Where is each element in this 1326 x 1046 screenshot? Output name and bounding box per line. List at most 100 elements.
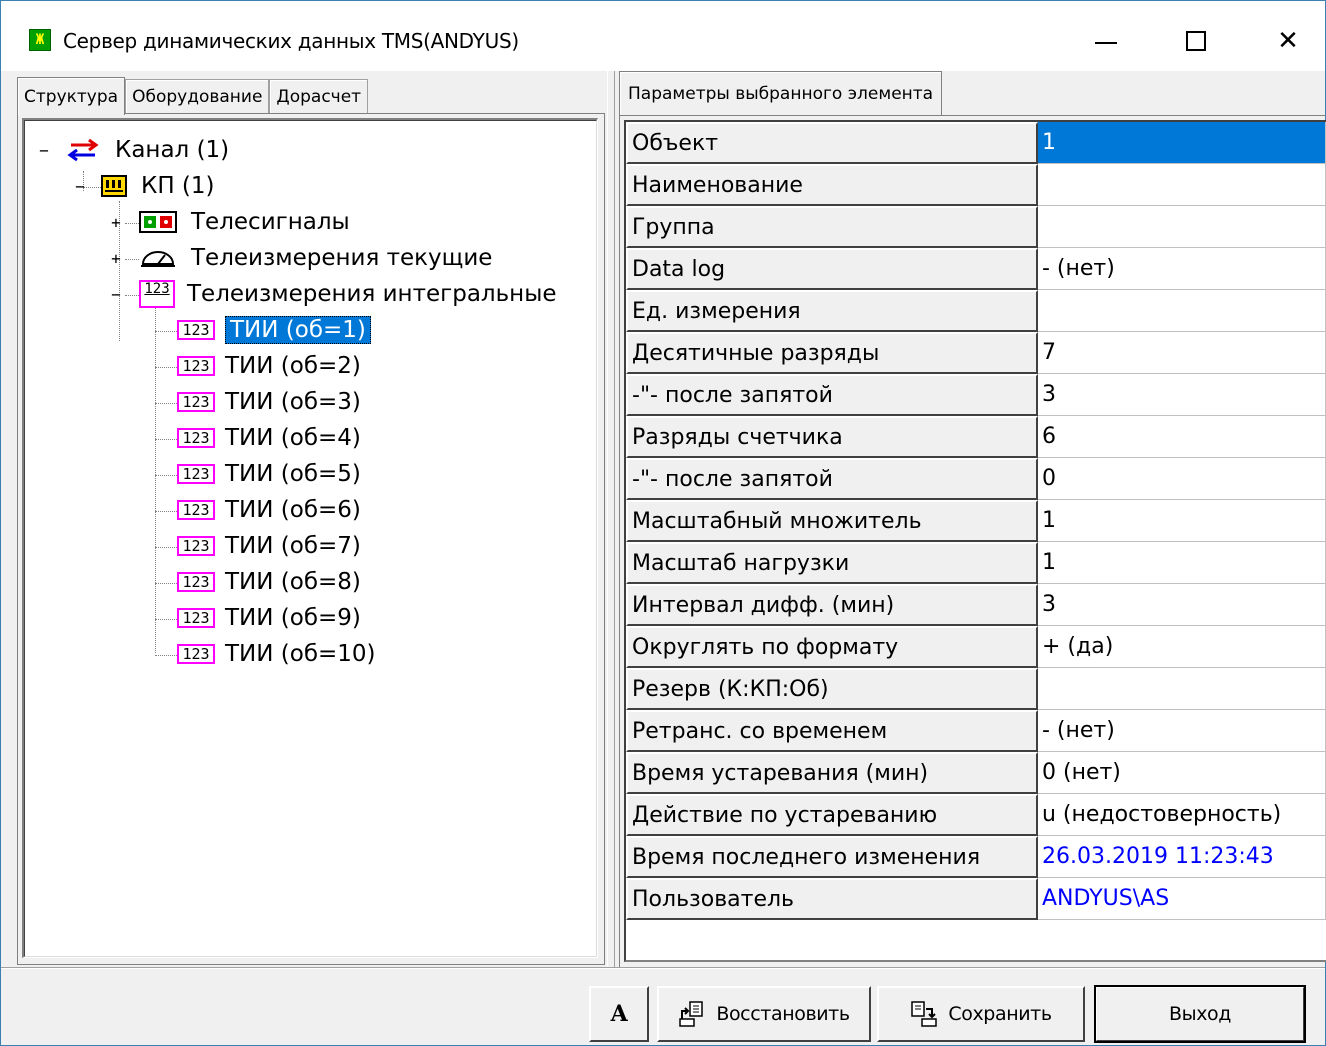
property-value[interactable]: 26.03.2019 11:23:43: [1038, 836, 1326, 878]
tab-equipment[interactable]: Оборудование: [125, 79, 270, 113]
tree-node-current-measurements[interactable]: Телеизмерения текущие: [139, 241, 492, 275]
property-value[interactable]: [1038, 668, 1326, 710]
property-row[interactable]: Интервал дифф. (мин) 3: [626, 584, 1326, 626]
property-value[interactable]: 7: [1038, 332, 1326, 374]
property-value[interactable]: 1: [1038, 500, 1326, 542]
property-row[interactable]: Ретранс. со временем - (нет): [626, 710, 1326, 752]
tree-item-label: ТИИ (об=4): [225, 425, 361, 451]
tree-node-integral-measurements[interactable]: 123 Телеизмерения интегральные: [139, 277, 557, 311]
tii-123-icon: 123: [177, 428, 215, 448]
property-value[interactable]: 0 (нет): [1038, 752, 1326, 794]
tab-selected-element-params[interactable]: Параметры выбранного элемента: [619, 71, 943, 115]
property-row[interactable]: Объект 1: [626, 122, 1326, 164]
property-row[interactable]: Округлять по формату + (да): [626, 626, 1326, 668]
save-icon: [910, 1001, 938, 1027]
gauge-icon: [139, 247, 177, 269]
property-row[interactable]: Резерв (К:КП:Об): [626, 668, 1326, 710]
property-name: -"- после запятой: [626, 374, 1038, 416]
property-value[interactable]: 1: [1038, 542, 1326, 584]
property-value[interactable]: u (недостоверность): [1038, 794, 1326, 836]
save-label: Сохранить: [948, 1003, 1052, 1025]
property-value[interactable]: + (да): [1038, 626, 1326, 668]
property-row[interactable]: Время устаревания (мин) 0 (нет): [626, 752, 1326, 794]
tree-item-tii[interactable]: 123 ТИИ (об=10): [177, 637, 376, 671]
tree-item-tii[interactable]: 123 ТИИ (об=3): [177, 385, 361, 419]
tree-item-tii[interactable]: 123 ТИИ (об=8): [177, 565, 361, 599]
tii-123-icon: 123: [177, 500, 215, 520]
property-row[interactable]: Масштаб нагрузки 1: [626, 542, 1326, 584]
tree-item-tii[interactable]: 123 ТИИ (об=9): [177, 601, 361, 635]
minimize-button[interactable]: [1083, 19, 1129, 63]
tree-item-tii[interactable]: 123 ТИИ (об=2): [177, 349, 361, 383]
tab-recalc[interactable]: Дорасчет: [269, 79, 369, 113]
property-row[interactable]: Пользователь ANDYUS\AS: [626, 878, 1326, 920]
property-name: Объект: [626, 122, 1038, 164]
property-value[interactable]: [1038, 290, 1326, 332]
property-name: Разряды счетчика: [626, 416, 1038, 458]
close-button[interactable]: ✕: [1265, 19, 1311, 63]
tab-structure[interactable]: Структура: [17, 77, 126, 115]
property-row[interactable]: Наименование: [626, 164, 1326, 206]
property-row[interactable]: Действие по устареванию u (недостоверност…: [626, 794, 1326, 836]
tii-123-icon: 123: [177, 320, 215, 340]
property-value[interactable]: 1: [1038, 122, 1326, 164]
panel-splitter[interactable]: [607, 71, 615, 967]
tree-item-tii[interactable]: 123 ТИИ (об=7): [177, 529, 361, 563]
property-value[interactable]: [1038, 164, 1326, 206]
kp-icon: [101, 175, 127, 197]
tree-item-label: ТИИ (об=8): [225, 569, 361, 595]
properties-panel: Объект 1 Наименование Группа Data log - (нет)…: [619, 115, 1326, 967]
tree-node-kp[interactable]: КП (1): [101, 169, 215, 203]
property-name: Группа: [626, 206, 1038, 248]
property-row[interactable]: -"- после запятой 0: [626, 458, 1326, 500]
property-value[interactable]: ANDYUS\AS: [1038, 878, 1326, 920]
tii-expander[interactable]: −: [109, 285, 123, 304]
tree-item-tii[interactable]: 123 ТИИ (об=1): [177, 313, 371, 347]
window-title: Сервер динамических данных TMS(ANDYUS): [63, 29, 519, 53]
button-bar: A Восстановить Сохранить Выход: [1, 967, 1325, 1046]
structure-tree[interactable]: − Канал (1) − КП (1) + Телесигналы + Тел…: [22, 118, 598, 958]
ti-expander[interactable]: +: [109, 249, 123, 268]
font-button[interactable]: A: [589, 986, 649, 1042]
save-button[interactable]: Сохранить: [877, 986, 1085, 1042]
property-row[interactable]: Масштабный множитель 1: [626, 500, 1326, 542]
maximize-button[interactable]: [1173, 19, 1219, 63]
tree-item-tii[interactable]: 123 ТИИ (об=5): [177, 457, 361, 491]
property-value[interactable]: 3: [1038, 584, 1326, 626]
ts-expander[interactable]: +: [109, 213, 123, 232]
property-name: Резерв (К:КП:Об): [626, 668, 1038, 710]
kp-expander[interactable]: −: [73, 177, 87, 196]
property-value[interactable]: - (нет): [1038, 248, 1326, 290]
property-row[interactable]: Ед. измерения: [626, 290, 1326, 332]
property-value[interactable]: 6: [1038, 416, 1326, 458]
property-row[interactable]: -"- после запятой 3: [626, 374, 1326, 416]
tree-node-channel[interactable]: Канал (1): [65, 133, 229, 167]
left-tab-bar: Структура Оборудование Дорасчет: [17, 77, 369, 115]
property-value[interactable]: - (нет): [1038, 710, 1326, 752]
channel-expander[interactable]: −: [37, 141, 51, 160]
property-row[interactable]: Разряды счетчика 6: [626, 416, 1326, 458]
title-bar[interactable]: Ж Сервер динамических данных TMS(ANDYUS)…: [1, 1, 1325, 71]
property-name: Наименование: [626, 164, 1038, 206]
exit-button[interactable]: Выход: [1094, 985, 1306, 1043]
restore-button[interactable]: Восстановить: [657, 986, 871, 1042]
tree-item-tii[interactable]: 123 ТИИ (об=4): [177, 421, 361, 455]
tree-item-label: ТИИ (об=2): [225, 353, 361, 379]
tree-node-label: КП (1): [141, 173, 215, 199]
property-row[interactable]: Группа: [626, 206, 1326, 248]
property-value[interactable]: 0: [1038, 458, 1326, 500]
property-row[interactable]: Десятичные разряды 7: [626, 332, 1326, 374]
property-row[interactable]: Data log - (нет): [626, 248, 1326, 290]
font-icon: A: [610, 1001, 628, 1027]
tree-item-tii[interactable]: 123 ТИИ (об=6): [177, 493, 361, 527]
tree-node-telesignals[interactable]: Телесигналы: [139, 205, 350, 239]
app-window: Ж Сервер динамических данных TMS(ANDYUS)…: [0, 0, 1326, 1046]
properties-grid[interactable]: Объект 1 Наименование Группа Data log - (нет)…: [624, 120, 1326, 962]
tree-node-label: Канал (1): [115, 137, 230, 163]
property-name: Пользователь: [626, 878, 1038, 920]
structure-panel: − Канал (1) − КП (1) + Телесигналы + Тел…: [17, 113, 605, 965]
property-value[interactable]: [1038, 206, 1326, 248]
restore-icon: [678, 1001, 706, 1027]
property-value[interactable]: 3: [1038, 374, 1326, 416]
property-row[interactable]: Время последнего изменения 26.03.2019 11:…: [626, 836, 1326, 878]
